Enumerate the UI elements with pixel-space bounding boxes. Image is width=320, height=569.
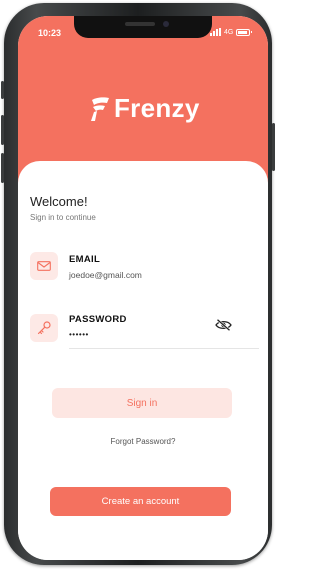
phone-frame: 10:23 4G Frenzy Welcome! Sign in to cont… <box>1 3 275 565</box>
battery-icon <box>236 28 253 36</box>
mail-icon <box>30 252 58 280</box>
frenzy-logo-icon <box>91 96 109 121</box>
welcome-title: Welcome! <box>30 194 88 209</box>
welcome-subtitle: Sign in to continue <box>30 213 96 222</box>
speaker <box>125 22 155 26</box>
password-label: PASSWORD <box>69 314 127 325</box>
email-field[interactable]: joedoe@gmail.com <box>69 270 142 280</box>
front-camera <box>163 21 169 27</box>
volume-down-button <box>1 153 4 183</box>
login-card: Welcome! Sign in to continue EMAIL joedo… <box>18 161 268 560</box>
notch <box>74 16 212 38</box>
status-time: 10:23 <box>38 28 62 38</box>
status-indicators: 4G <box>210 28 253 36</box>
power-button <box>272 123 275 171</box>
create-account-button[interactable]: Create an account <box>50 487 231 516</box>
signal-icon <box>210 28 221 36</box>
network-type: 4G <box>224 28 234 36</box>
email-label: EMAIL <box>69 254 101 265</box>
brand-name: Frenzy <box>114 93 200 123</box>
key-icon <box>30 314 58 342</box>
eye-slash-icon[interactable] <box>215 318 232 336</box>
mute-switch <box>1 81 4 99</box>
volume-up-button <box>1 115 4 145</box>
password-underline <box>69 348 259 349</box>
forgot-password-link[interactable]: Forgot Password? <box>18 437 268 446</box>
password-field[interactable]: •••••• <box>69 330 89 339</box>
brand-logo: Frenzy <box>88 93 200 124</box>
sign-in-button[interactable]: Sign in <box>52 388 232 418</box>
app-screen: 10:23 4G Frenzy Welcome! Sign in to cont… <box>18 16 268 560</box>
